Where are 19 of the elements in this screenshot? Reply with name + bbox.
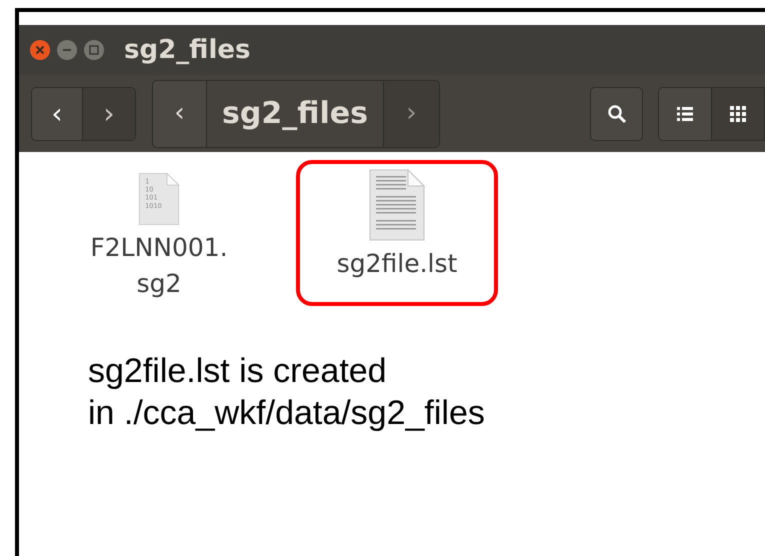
grid-icon <box>730 106 746 122</box>
list-icon <box>677 106 693 120</box>
text-file-icon <box>368 168 426 242</box>
list-view-button[interactable] <box>659 88 712 140</box>
maximize-icon[interactable] <box>83 39 105 61</box>
caption-text: sg2file.lst is created <box>88 351 387 392</box>
path-forward-button[interactable]: › <box>382 80 439 146</box>
file-name[interactable]: F2LNN001. sg2 <box>90 230 228 302</box>
search-icon <box>606 104 626 124</box>
path-back-button[interactable]: ‹ <box>153 80 207 146</box>
grid-view-button[interactable] <box>712 88 764 140</box>
back-button[interactable]: ‹ <box>32 88 83 140</box>
minimize-icon[interactable] <box>56 39 78 61</box>
caption-text: in ./cca_wkf/data/sg2_files <box>88 393 485 434</box>
forward-button[interactable]: › <box>83 88 135 140</box>
window-title: sg2_files <box>124 34 250 66</box>
search-button[interactable] <box>590 86 643 140</box>
close-icon[interactable] <box>29 39 51 61</box>
file-name[interactable]: sg2file.lst <box>336 246 458 282</box>
